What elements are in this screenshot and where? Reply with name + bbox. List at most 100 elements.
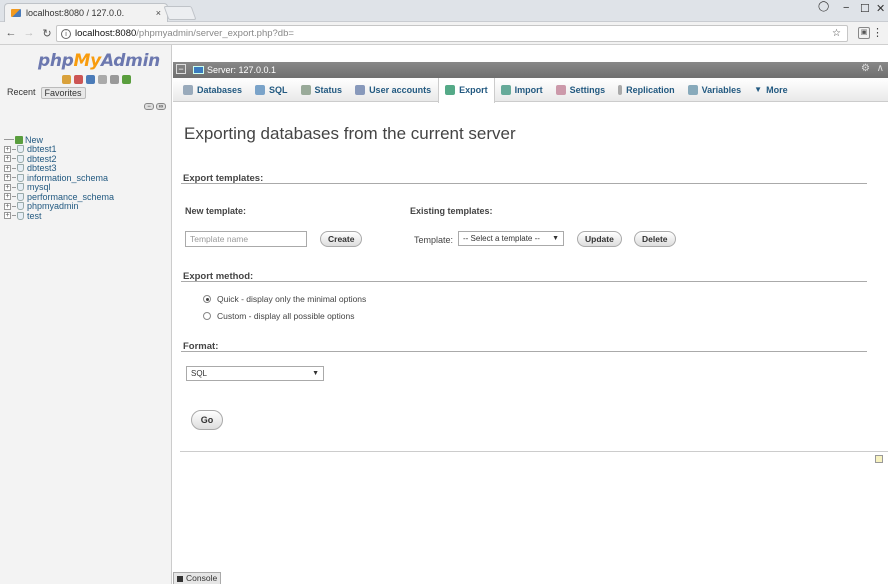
logout-icon[interactable] xyxy=(74,75,83,84)
docs-icon[interactable] xyxy=(98,75,107,84)
collapse-nav-icon[interactable]: − xyxy=(176,64,186,74)
settings-gear-icon[interactable]: ⚙ xyxy=(861,63,870,74)
tab-import[interactable]: Import xyxy=(495,78,550,102)
link-with-main-icon[interactable]: ∞ xyxy=(156,103,166,110)
address-bar[interactable]: i localhost:8080/phpmyadmin/server_expor… xyxy=(56,25,848,42)
top-menu: Databases SQL Status User accounts Expor… xyxy=(173,77,888,103)
tab-label: Export xyxy=(459,85,488,95)
url-path: /phpmyadmin/server_export.php?db= xyxy=(136,28,294,39)
extension-icon[interactable]: ▣ xyxy=(858,27,870,39)
database-icon xyxy=(17,164,24,172)
content-divider xyxy=(180,451,888,452)
bookmark-star-icon[interactable]: ☆ xyxy=(832,28,841,39)
expand-icon[interactable]: + xyxy=(4,193,11,200)
browser-menu-icon[interactable]: ⋮ xyxy=(872,26,883,39)
database-icon xyxy=(17,154,24,163)
new-db-icon xyxy=(15,135,23,144)
browser-tab-title: localhost:8080 / 127.0.0. xyxy=(26,8,125,18)
recent-tab[interactable]: Recent xyxy=(4,87,39,99)
tree-item-db[interactable]: + mysql xyxy=(4,182,114,192)
tree-item-label: dbtest1 xyxy=(27,144,57,154)
expand-icon[interactable]: + xyxy=(4,174,11,181)
close-tab-icon[interactable]: × xyxy=(156,8,161,18)
nav-icons-row xyxy=(62,75,131,84)
delete-button[interactable]: Delete xyxy=(634,231,676,247)
tab-settings[interactable]: Settings xyxy=(550,78,613,102)
replication-icon xyxy=(618,84,623,95)
expand-icon[interactable]: + xyxy=(4,145,11,153)
new-tab-button[interactable] xyxy=(163,6,197,20)
tab-sql[interactable]: SQL xyxy=(249,78,295,102)
expand-icon[interactable]: + xyxy=(4,202,11,210)
settings-icon xyxy=(555,84,566,95)
create-button[interactable]: Create xyxy=(320,231,363,247)
database-icon xyxy=(17,202,24,210)
profile-icon[interactable]: ◯ xyxy=(818,1,829,12)
collapse-all-icon[interactable]: − xyxy=(144,103,154,110)
expand-icon[interactable]: + xyxy=(4,164,11,172)
method-quick-label: Quick - display only the minimal options xyxy=(217,294,367,304)
forward-arrow-icon[interactable]: → xyxy=(22,27,36,39)
tree-item-label: performance_schema xyxy=(27,191,115,202)
tree-item-new[interactable]: New xyxy=(4,135,114,145)
tab-label: Import xyxy=(514,84,543,95)
close-window-button[interactable]: ✕ xyxy=(876,2,885,15)
tab-replication[interactable]: Replication xyxy=(612,78,682,102)
tree-item-db[interactable]: + dbtest3 xyxy=(4,163,114,173)
radio-custom[interactable] xyxy=(203,312,211,320)
tree-item-db[interactable]: + test xyxy=(4,211,114,221)
tree-item-db[interactable]: + phpmyadmin xyxy=(4,201,114,211)
home-icon[interactable] xyxy=(62,75,71,84)
tree-item-db[interactable]: + information_schema xyxy=(4,173,114,183)
tree-line xyxy=(12,205,16,207)
tab-user-accounts[interactable]: User accounts xyxy=(349,78,438,102)
expand-icon[interactable]: + xyxy=(4,212,11,219)
tab-databases[interactable]: Databases xyxy=(177,78,249,102)
info-icon[interactable]: i xyxy=(61,28,71,39)
tree-item-label: mysql xyxy=(27,182,51,192)
help-icon[interactable] xyxy=(86,75,95,84)
database-icon xyxy=(17,211,24,220)
method-quick-option[interactable]: Quick - display only the minimal options xyxy=(203,294,366,304)
reload-nav-icon[interactable] xyxy=(122,75,131,84)
page-settings-icon[interactable] xyxy=(875,455,883,463)
tree-item-db[interactable]: + dbtest1 xyxy=(4,144,114,154)
tab-label: Databases xyxy=(197,84,243,95)
expand-icon[interactable]: + xyxy=(4,183,11,191)
phpmyadmin-logo[interactable]: phpMyAdmin xyxy=(38,51,160,71)
settings-gear-icon[interactable] xyxy=(110,75,119,84)
browser-toolbar: ← → ↻ i localhost:8080/phpmyadmin/server… xyxy=(0,22,888,45)
radio-quick[interactable] xyxy=(203,295,211,303)
tree-line xyxy=(12,167,16,169)
favorites-tab[interactable]: Favorites xyxy=(40,87,86,99)
format-select[interactable]: SQL ▼ xyxy=(186,366,324,381)
template-select-value: -- Select a template -- xyxy=(463,234,540,243)
tree-item-db[interactable]: + performance_schema xyxy=(4,191,115,202)
maximize-button[interactable]: ☐ xyxy=(860,2,870,15)
console-label: Console xyxy=(186,573,218,583)
method-custom-option[interactable]: Custom - display all possible options xyxy=(203,311,354,321)
expand-icon[interactable]: + xyxy=(4,155,11,162)
tree-item-db[interactable]: + dbtest2 xyxy=(4,154,114,164)
more-icon: ▼ xyxy=(754,85,763,94)
reload-icon[interactable]: ↻ xyxy=(40,27,54,40)
collapse-top-icon[interactable]: ∧ xyxy=(877,63,884,74)
update-button[interactable]: Update xyxy=(577,231,622,247)
sql-icon xyxy=(255,84,266,95)
tab-more[interactable]: ▼ More xyxy=(748,78,794,102)
server-breadcrumb[interactable]: Server: 127.0.0.1 xyxy=(207,65,276,75)
tab-export[interactable]: Export xyxy=(438,77,495,103)
tree-line xyxy=(12,158,16,159)
template-name-input[interactable]: Template name xyxy=(185,231,307,247)
tab-status[interactable]: Status xyxy=(295,78,350,102)
tab-label: User accounts xyxy=(369,84,432,95)
go-button[interactable]: Go xyxy=(191,410,223,430)
tab-variables[interactable]: Variables xyxy=(682,78,749,102)
minimize-button[interactable]: − xyxy=(843,2,849,14)
tab-label: More xyxy=(766,84,788,95)
back-arrow-icon[interactable]: ← xyxy=(4,27,18,39)
console-toggle[interactable]: Console xyxy=(173,572,222,584)
variables-icon xyxy=(687,84,698,95)
browser-tab[interactable]: localhost:8080 / 127.0.0. × xyxy=(4,3,168,22)
template-select[interactable]: -- Select a template -- ▼ xyxy=(458,231,564,246)
